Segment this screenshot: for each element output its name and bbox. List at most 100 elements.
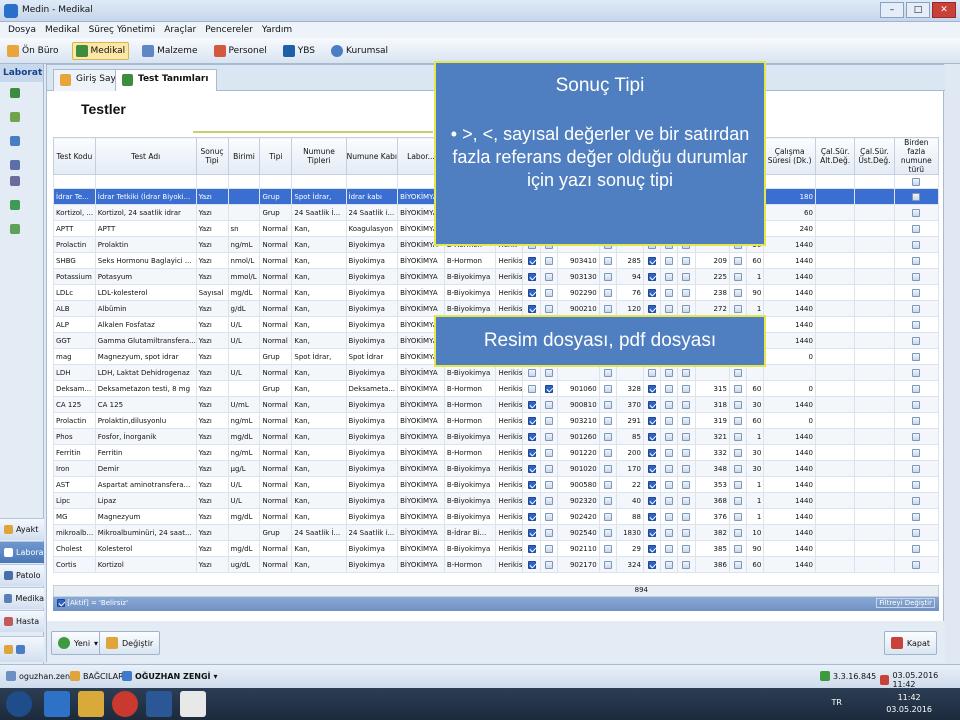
column-header[interactable]: Sonuç Tipi [195, 137, 229, 175]
table-cell[interactable]: BİYOKİMYA [397, 508, 445, 525]
checkbox[interactable] [544, 384, 553, 393]
table-cell[interactable]: 1440 [763, 492, 816, 509]
menu-dosya[interactable]: Dosya [8, 22, 36, 38]
table-cell[interactable] [660, 284, 679, 301]
table-cell[interactable] [642, 524, 662, 541]
table-cell[interactable]: mg/dL [227, 508, 261, 525]
table-cell[interactable] [539, 540, 558, 557]
table-cell[interactable] [814, 444, 856, 461]
column-header[interactable]: Çal.Sür. Alt.Değ. [814, 137, 856, 175]
checkbox[interactable] [544, 416, 553, 425]
table-cell[interactable]: ng/mL [227, 236, 261, 253]
table-cell[interactable]: 902290 [556, 284, 600, 301]
table-cell[interactable] [728, 380, 748, 397]
table-cell[interactable] [814, 236, 856, 253]
table-cell[interactable]: Yazı [195, 188, 229, 205]
table-cell[interactable] [522, 556, 541, 573]
checkbox[interactable] [734, 480, 743, 489]
column-header[interactable]: Test Kodu [53, 137, 96, 175]
table-cell[interactable]: Normal [259, 268, 293, 285]
table-cell[interactable]: BİYOKİMYA [397, 476, 445, 493]
checkbox[interactable] [527, 432, 536, 441]
word-icon[interactable] [146, 691, 172, 717]
table-cell[interactable] [728, 412, 748, 429]
checkbox[interactable] [665, 464, 674, 473]
table-cell[interactable]: 1 [746, 268, 765, 285]
table-cell[interactable]: BİYOKİMYA [397, 428, 445, 445]
column-header[interactable]: Numune Tipleri [291, 137, 347, 175]
checkbox[interactable] [912, 400, 921, 409]
table-cell[interactable] [854, 332, 895, 349]
table-cell[interactable]: Aspartat aminotransfera... [94, 476, 197, 493]
table-cell[interactable]: mg/dL [227, 540, 261, 557]
checkbox[interactable] [912, 432, 921, 441]
column-header[interactable]: Numune Kabı [345, 137, 399, 175]
checkbox[interactable] [682, 464, 691, 473]
checkbox[interactable] [527, 560, 536, 569]
filter-cell[interactable] [345, 174, 399, 189]
table-cell[interactable]: 60 [746, 556, 765, 573]
checkbox[interactable] [682, 256, 691, 265]
checkbox[interactable] [682, 496, 691, 505]
table-cell[interactable] [598, 460, 617, 477]
table-cell[interactable]: BİYOKİMYA [397, 460, 445, 477]
module-medikal[interactable]: Medikal [71, 41, 130, 60]
checkbox[interactable] [648, 368, 656, 377]
table-cell[interactable] [763, 364, 816, 381]
table-cell[interactable]: Grup [259, 204, 293, 221]
table-cell[interactable] [598, 252, 617, 269]
table-cell[interactable]: 225 [694, 268, 730, 285]
checkbox[interactable] [648, 512, 656, 521]
table-cell[interactable]: Normal [259, 556, 293, 573]
table-cell[interactable] [677, 556, 696, 573]
table-cell[interactable] [854, 444, 895, 461]
language-indicator[interactable]: TR [832, 698, 842, 707]
table-cell[interactable]: Kan, [291, 428, 347, 445]
table-cell[interactable]: LDLc [53, 284, 96, 301]
table-cell[interactable]: Yazı [195, 236, 229, 253]
table-cell[interactable]: Deksameta... [345, 380, 399, 397]
table-cell[interactable]: Kan, [291, 492, 347, 509]
checkbox[interactable] [912, 480, 921, 489]
table-cell[interactable]: 1440 [763, 428, 816, 445]
table-cell[interactable] [677, 396, 696, 413]
table-cell[interactable]: 60 [746, 412, 765, 429]
table-cell[interactable] [854, 508, 895, 525]
table-cell[interactable]: 1440 [763, 268, 816, 285]
table-cell[interactable]: B-Biyokimya [443, 460, 497, 477]
module-malzeme[interactable]: Malzeme [139, 43, 200, 59]
table-cell[interactable] [728, 508, 748, 525]
filter-cell[interactable] [763, 174, 816, 189]
table-cell[interactable]: Herikisi [495, 492, 524, 509]
checkbox[interactable] [665, 400, 674, 409]
table-cell[interactable] [814, 204, 856, 221]
checkbox[interactable] [603, 400, 612, 409]
checkbox[interactable] [682, 400, 691, 409]
table-cell[interactable]: Spot İdrar [345, 348, 399, 365]
filter-cell[interactable] [291, 174, 347, 189]
table-cell[interactable]: Yazı [195, 364, 229, 381]
checkbox[interactable] [665, 288, 674, 297]
table-cell[interactable]: 901260 [556, 428, 600, 445]
checkbox[interactable] [912, 352, 921, 361]
table-cell[interactable] [854, 300, 895, 317]
table-cell[interactable] [893, 188, 940, 205]
table-cell[interactable] [660, 540, 679, 557]
table-cell[interactable]: Cholest [53, 540, 96, 557]
table-cell[interactable]: B-Hormon [443, 444, 497, 461]
table-cell[interactable] [522, 508, 541, 525]
checkbox[interactable] [544, 288, 553, 297]
table-cell[interactable] [642, 476, 662, 493]
table-cell[interactable] [660, 380, 679, 397]
table-cell[interactable]: 1440 [763, 444, 816, 461]
checkbox[interactable] [648, 416, 656, 425]
minimize-button[interactable]: – [880, 2, 904, 18]
table-cell[interactable]: MG [53, 508, 96, 525]
table-cell[interactable] [598, 540, 617, 557]
checkbox[interactable] [527, 368, 536, 377]
table-cell[interactable] [539, 412, 558, 429]
table-cell[interactable]: Yazı [195, 220, 229, 237]
module-ybs[interactable]: YBS [280, 43, 318, 59]
table-cell[interactable] [893, 316, 940, 333]
table-cell[interactable]: 319 [694, 412, 730, 429]
